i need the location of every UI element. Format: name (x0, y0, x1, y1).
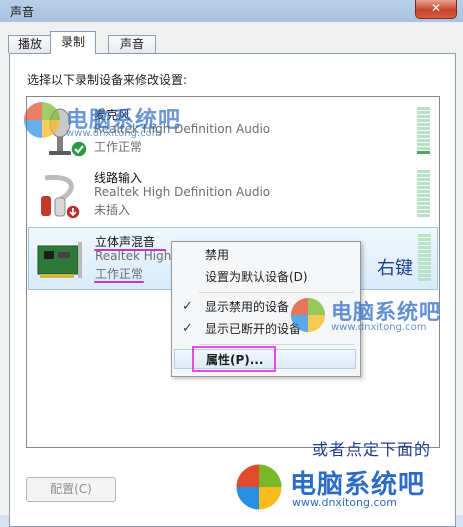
name-underline-mark (94, 249, 166, 251)
window-title: 声音 (10, 5, 35, 19)
meter-segment (418, 250, 431, 253)
checkmark-icon: ✓ (182, 321, 193, 336)
tab-sounds[interactable]: 声音 (108, 35, 156, 53)
watermark-url: www.dnxitong.com (292, 496, 397, 509)
line-in-cable-icon (35, 170, 87, 222)
meter-segment (418, 242, 431, 245)
device-status: 工作正常 (94, 140, 143, 154)
meter-segment (417, 170, 430, 173)
right-click-annotation: 右键 (377, 258, 413, 279)
menu-item-label: 禁用 (205, 248, 230, 262)
device-name: 立体声混音 (95, 235, 156, 249)
windows-logo-icon (290, 297, 326, 333)
meter-segment (417, 194, 430, 197)
menu-item-label: 显示禁用的设备 (205, 300, 290, 314)
menu-item-show-disconnected[interactable]: ✓ 显示已断开的设备 (174, 319, 356, 339)
checkmark-icon: ✓ (182, 299, 193, 314)
close-icon: ✕ (430, 1, 442, 15)
meter-segment (418, 262, 431, 265)
meter-segment (418, 258, 431, 261)
meter-segment (417, 206, 430, 209)
meter-segment (417, 151, 430, 154)
device-status: 工作正常 (95, 267, 144, 281)
device-item-line-in[interactable]: 线路输入 Realtek High Definition Audio 未插入 (28, 164, 438, 227)
meter-segment (418, 270, 431, 273)
meter-segment (418, 274, 431, 277)
menu-item-show-disabled[interactable]: ✓ 显示禁用的设备 (174, 297, 356, 317)
meter-segment (418, 234, 431, 237)
device-driver: Realtek High (95, 249, 172, 263)
tab-playback[interactable]: 播放 (8, 35, 52, 53)
tab-recording[interactable]: 录制 (50, 31, 96, 54)
meter-segment (417, 182, 430, 185)
meter-segment (417, 190, 430, 193)
menu-item-label: 显示已断开的设备 (205, 322, 302, 336)
menu-separator (199, 344, 354, 345)
meter-segment (417, 210, 430, 213)
meter-segment (418, 254, 431, 257)
menu-item-label: 设置为默认设备(D) (205, 270, 308, 284)
hint-annotation: 或者点定下面的 (312, 440, 432, 459)
sound-card-icon (36, 234, 88, 286)
meter-segment (417, 186, 430, 189)
status-underline-mark (94, 281, 144, 283)
watermark-url: www.dnxitong.com (66, 128, 162, 139)
meter-segment (417, 119, 430, 122)
meter-segment (417, 115, 430, 118)
meter-segment (418, 266, 431, 269)
meter-segment (417, 111, 430, 114)
meter-segment (417, 198, 430, 201)
meter-segment (417, 147, 430, 150)
device-status: 未插入 (94, 203, 131, 217)
close-button[interactable]: ✕ (415, 0, 457, 19)
windows-logo-icon (236, 464, 282, 510)
meter-segment (417, 143, 430, 146)
windows-logo-icon (24, 102, 60, 138)
highlight-box (192, 346, 276, 372)
instruction-text: 选择以下录制设备来修改设置: (27, 73, 188, 87)
meter-segment (417, 135, 430, 138)
meter-segment (417, 178, 430, 181)
meter-segment (417, 131, 430, 134)
meter-segment (417, 127, 430, 130)
level-meter (417, 170, 430, 218)
meter-segment (417, 174, 430, 177)
meter-segment (417, 123, 430, 126)
meter-segment (418, 238, 431, 241)
device-name: 线路输入 (94, 171, 143, 185)
level-meter (417, 107, 430, 155)
meter-segment (417, 214, 430, 217)
menu-item-set-default[interactable]: 设置为默认设备(D) (174, 267, 356, 287)
device-driver: Realtek High Definition Audio (94, 185, 271, 199)
watermark-url: www.dnxitong.com (331, 322, 427, 333)
meter-segment (418, 246, 431, 249)
menu-separator (199, 292, 354, 293)
level-meter (418, 234, 431, 282)
meter-segment (417, 139, 430, 142)
meter-segment (418, 278, 431, 281)
meter-segment (417, 202, 430, 205)
meter-segment (417, 107, 430, 110)
configure-button[interactable]: 配置(C) (26, 477, 116, 502)
title-bar: 声音 ✕ (0, 0, 463, 22)
menu-item-disable[interactable]: 禁用 (174, 245, 356, 265)
